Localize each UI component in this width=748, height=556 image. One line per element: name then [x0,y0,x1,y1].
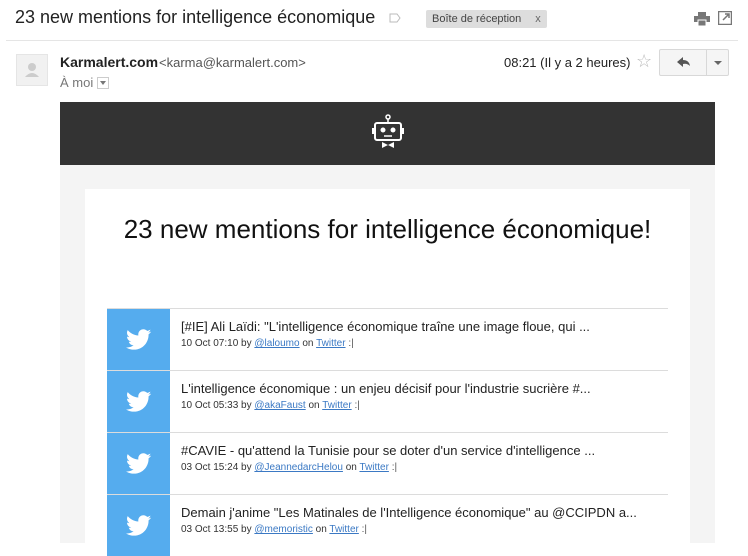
robot-logo-icon [372,114,404,148]
label-tag-icon[interactable] [389,13,401,23]
twitter-badge [107,495,170,556]
mention-row[interactable]: L'intelligence économique : un enjeu déc… [107,370,668,432]
mention-source-link[interactable]: Twitter [316,338,345,349]
mention-by: by [241,338,252,349]
mention-on: on [345,462,357,473]
email-body: 23 new mentions for intelligence économi… [60,102,715,556]
mention-row[interactable]: #CAVIE - qu'attend la Tunisie pour se do… [107,432,668,494]
card-title: 23 new mentions for intelligence économi… [123,214,652,244]
twitter-bird-icon [126,453,152,474]
star-icon[interactable]: ☆ [636,51,652,72]
twitter-bird-icon [126,329,152,350]
mention-separator: :| [391,462,398,473]
mention-source-link[interactable]: Twitter [329,524,358,535]
mention-text[interactable]: #CAVIE - qu'attend la Tunisie pour se do… [181,443,661,458]
twitter-bird-icon [126,391,152,412]
mention-by: by [241,524,252,535]
email-timestamp: 08:21 (Il y a 2 heures) [504,55,631,70]
header-divider [6,40,738,41]
mention-meta: 10 Oct 05:33 by @akaFaust on Twitter :| [181,400,360,411]
mention-user-link[interactable]: @JeannedarcHelou [254,462,343,473]
mention-date: 03 Oct 13:55 [181,524,239,535]
mention-separator: :| [348,338,354,349]
print-icon[interactable] [694,12,710,26]
twitter-badge [107,309,170,370]
mention-text[interactable]: L'intelligence économique : un enjeu déc… [181,381,661,396]
sender-avatar [16,54,48,86]
recipient-text: À moi [60,75,94,90]
inbox-label-chip[interactable]: Boîte de réception x [426,10,547,28]
mention-on: on [315,524,327,535]
mention-text[interactable]: Demain j'anime "Les Matinales de l'Intel… [181,505,661,520]
subject-bar: 23 new mentions for intelligence économi… [0,0,748,40]
open-new-window-icon[interactable] [718,11,732,25]
mention-meta: 10 Oct 07:10 by @laloumo on Twitter :| [181,338,354,349]
mention-user-link[interactable]: @laloumo [254,338,299,349]
mention-separator: :| [354,400,360,411]
inbox-label-text: Boîte de réception [432,13,522,25]
mention-user-link[interactable]: @memoristic [254,524,313,535]
twitter-bird-icon [126,515,152,536]
twitter-badge [107,433,170,494]
remove-label-icon[interactable]: x [535,13,541,25]
mention-date: 10 Oct 07:10 [181,338,239,349]
mention-source-link[interactable]: Twitter [322,400,351,411]
twitter-badge [107,371,170,432]
mention-by: by [241,462,252,473]
mention-source-link[interactable]: Twitter [359,462,388,473]
person-icon [25,63,39,77]
sender-name[interactable]: Karmalert.com [60,54,158,70]
mention-separator: :| [361,524,368,535]
newsletter-header [60,102,715,165]
mention-text[interactable]: [#IE] Ali Laïdi: "L'intelligence économi… [181,319,661,334]
mention-row[interactable]: [#IE] Ali Laïdi: "L'intelligence économi… [107,308,668,370]
mention-meta: 03 Oct 13:55 by @memoristic on Twitter :… [181,524,367,535]
mention-list: [#IE] Ali Laïdi: "L'intelligence économi… [107,308,668,556]
reply-icon [677,57,690,67]
mention-on: on [302,338,314,349]
mention-date: 10 Oct 05:33 [181,400,239,411]
reply-button[interactable] [659,49,707,76]
mention-meta: 03 Oct 15:24 by @JeannedarcHelou on Twit… [181,462,397,473]
mention-on: on [308,400,320,411]
mention-by: by [241,400,252,411]
mention-row[interactable]: Demain j'anime "Les Matinales de l'Intel… [107,494,668,556]
recipient-line: À moi [60,75,110,90]
sender-email: <karma@karmalert.com> [159,55,306,70]
mentions-card: 23 new mentions for intelligence économi… [85,189,690,556]
show-details-icon[interactable] [97,76,110,89]
email-subject: 23 new mentions for intelligence économi… [15,7,376,27]
more-options-button[interactable] [706,49,729,76]
mention-user-link[interactable]: @akaFaust [254,400,305,411]
mention-date: 03 Oct 15:24 [181,462,239,473]
